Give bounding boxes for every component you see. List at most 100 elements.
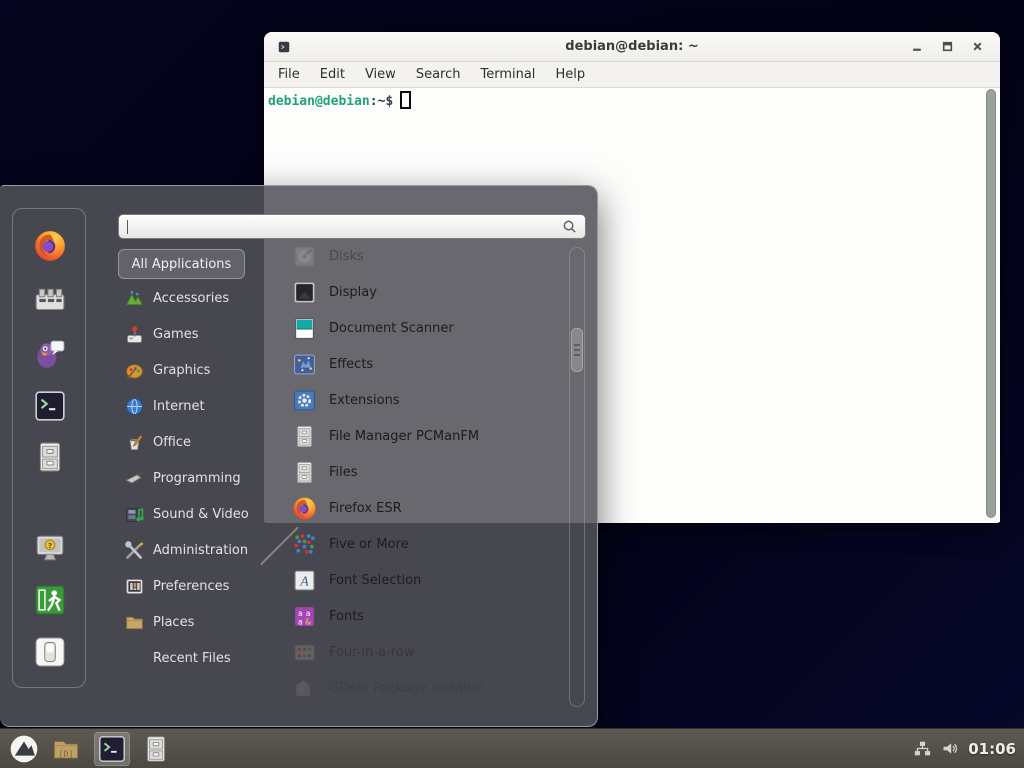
app-label: Files xyxy=(329,465,358,480)
category-label: Office xyxy=(153,435,191,450)
minimize-button[interactable] xyxy=(911,40,924,53)
places-icon xyxy=(124,612,145,633)
favorite-terminal[interactable] xyxy=(33,389,67,423)
app-list-scrollbar-thumb[interactable] xyxy=(571,328,583,372)
category-office[interactable]: Office xyxy=(118,424,270,460)
volume-icon[interactable] xyxy=(941,740,958,757)
document-scanner-icon xyxy=(292,316,317,341)
category-graphics[interactable]: Graphics xyxy=(118,352,270,388)
terminal-mini-icon xyxy=(277,40,291,54)
category-label: Sound & Video xyxy=(153,507,249,522)
favorite-shutdown[interactable] xyxy=(33,635,67,669)
file-manager-icon xyxy=(292,460,317,485)
app-list-scrollbar[interactable] xyxy=(569,247,585,707)
app-files[interactable]: Files xyxy=(283,454,566,490)
category-label: Games xyxy=(153,327,198,342)
accessories-icon xyxy=(124,288,145,309)
app-label: Effects xyxy=(329,357,373,372)
desktop-folder-button[interactable]: [D] xyxy=(48,732,84,766)
terminal-scrollbar[interactable] xyxy=(985,89,997,518)
menubar-item-view[interactable]: View xyxy=(355,67,406,82)
favorite-pidgin[interactable] xyxy=(33,337,67,371)
category-games[interactable]: Games xyxy=(118,316,270,352)
app-label: Five or More xyxy=(329,537,409,552)
shutdown-icon xyxy=(33,635,67,669)
prompt-user-host: debian@debian xyxy=(268,94,370,109)
fonts-icon: aaa& xyxy=(292,604,317,629)
app-font-selection[interactable]: AFont Selection xyxy=(283,562,566,598)
app-firefox-esr[interactable]: Firefox ESR xyxy=(283,490,566,526)
disks-icon xyxy=(292,244,317,269)
app-document-scanner[interactable]: Document Scanner xyxy=(283,310,566,346)
app-disks[interactable]: Disks xyxy=(283,238,566,274)
category-administration[interactable]: Administration xyxy=(118,532,270,568)
category-internet[interactable]: Internet xyxy=(118,388,270,424)
app-label: File Manager PCManFM xyxy=(329,429,479,444)
app-five-or-more[interactable]: Five or More xyxy=(283,526,566,562)
taskbar-terminal-button[interactable] xyxy=(94,732,130,766)
taskbar-clock[interactable]: 01:06 xyxy=(968,740,1016,758)
favorite-control-center[interactable] xyxy=(33,284,67,318)
taskbar-file-manager-button[interactable] xyxy=(138,732,174,766)
category-sound-video[interactable]: Sound & Video xyxy=(118,496,270,532)
category-label: Administration xyxy=(153,543,248,558)
menubar-item-file[interactable]: File xyxy=(268,67,310,82)
menu-logo-icon xyxy=(9,734,39,764)
scrollbar-grip xyxy=(574,344,580,357)
system-tray: 01:06 xyxy=(914,740,1024,758)
internet-icon xyxy=(124,396,145,417)
network-icon[interactable] xyxy=(914,740,931,757)
category-label: Programming xyxy=(153,471,241,486)
favorite-lock-screen[interactable]: ? xyxy=(33,531,67,565)
app-four-in-a-row[interactable]: Four-in-a-row xyxy=(283,634,566,670)
terminal-titlebar[interactable]: debian@debian: ~ xyxy=(264,32,1000,62)
app-file-manager-pcmanfm[interactable]: File Manager PCManFM xyxy=(283,418,566,454)
sound-video-icon xyxy=(124,504,145,525)
all-applications-label: All Applications xyxy=(132,257,232,272)
app-label: GDebi Package Installer xyxy=(329,681,484,696)
menu-search-box[interactable] xyxy=(118,214,586,239)
terminal-menubar: FileEditViewSearchTerminalHelp xyxy=(264,62,1000,88)
programming-icon xyxy=(124,468,145,489)
app-gdebi-package-installer[interactable]: GDebi Package Installer xyxy=(283,670,566,706)
favorite-firefox[interactable] xyxy=(33,229,67,263)
menubar-item-search[interactable]: Search xyxy=(406,67,471,82)
category-list: Accessories Games Graphics Internet Office Pr… xyxy=(118,280,270,676)
app-effects[interactable]: Effects xyxy=(283,346,566,382)
favorite-logout[interactable] xyxy=(33,583,67,617)
category-label: Graphics xyxy=(153,363,210,378)
font-selection-icon: A xyxy=(292,568,317,593)
app-label: Display xyxy=(329,285,377,300)
category-programming[interactable]: Programming xyxy=(118,460,270,496)
app-display[interactable]: Display xyxy=(283,274,566,310)
menubar-item-terminal[interactable]: Terminal xyxy=(470,67,545,82)
app-extensions[interactable]: Extensions xyxy=(283,382,566,418)
category-label: Preferences xyxy=(153,579,229,594)
menu-favorites-column: ? xyxy=(12,208,86,688)
menu-button[interactable] xyxy=(6,732,42,766)
extensions-icon xyxy=(292,388,317,413)
favorite-file-manager[interactable] xyxy=(33,440,67,474)
category-places[interactable]: Places xyxy=(118,604,270,640)
control-center-icon xyxy=(33,284,67,318)
effects-icon xyxy=(292,352,317,377)
svg-text:?: ? xyxy=(48,541,52,550)
administration-icon xyxy=(124,540,145,561)
category-accessories[interactable]: Accessories xyxy=(118,280,270,316)
lock-screen-icon: ? xyxy=(33,531,67,565)
close-button[interactable] xyxy=(971,40,984,53)
menubar-item-help[interactable]: Help xyxy=(545,67,595,82)
category-preferences[interactable]: Preferences xyxy=(118,568,270,604)
search-input[interactable] xyxy=(128,215,562,238)
app-fonts[interactable]: aaa&Fonts xyxy=(283,598,566,634)
category-recent-files[interactable]: Recent Files xyxy=(118,640,270,676)
terminal-scrollbar-thumb[interactable] xyxy=(986,89,996,518)
search-icon xyxy=(562,219,577,234)
app-label: Firefox ESR xyxy=(329,501,402,516)
svg-text:a: a xyxy=(298,617,303,626)
all-applications-button[interactable]: All Applications xyxy=(118,249,245,279)
maximize-button[interactable] xyxy=(941,40,954,53)
applications-menu: debıan ? All Applications AccessoriesGam… xyxy=(0,185,598,727)
terminal-icon xyxy=(97,734,127,764)
menubar-item-edit[interactable]: Edit xyxy=(310,67,355,82)
